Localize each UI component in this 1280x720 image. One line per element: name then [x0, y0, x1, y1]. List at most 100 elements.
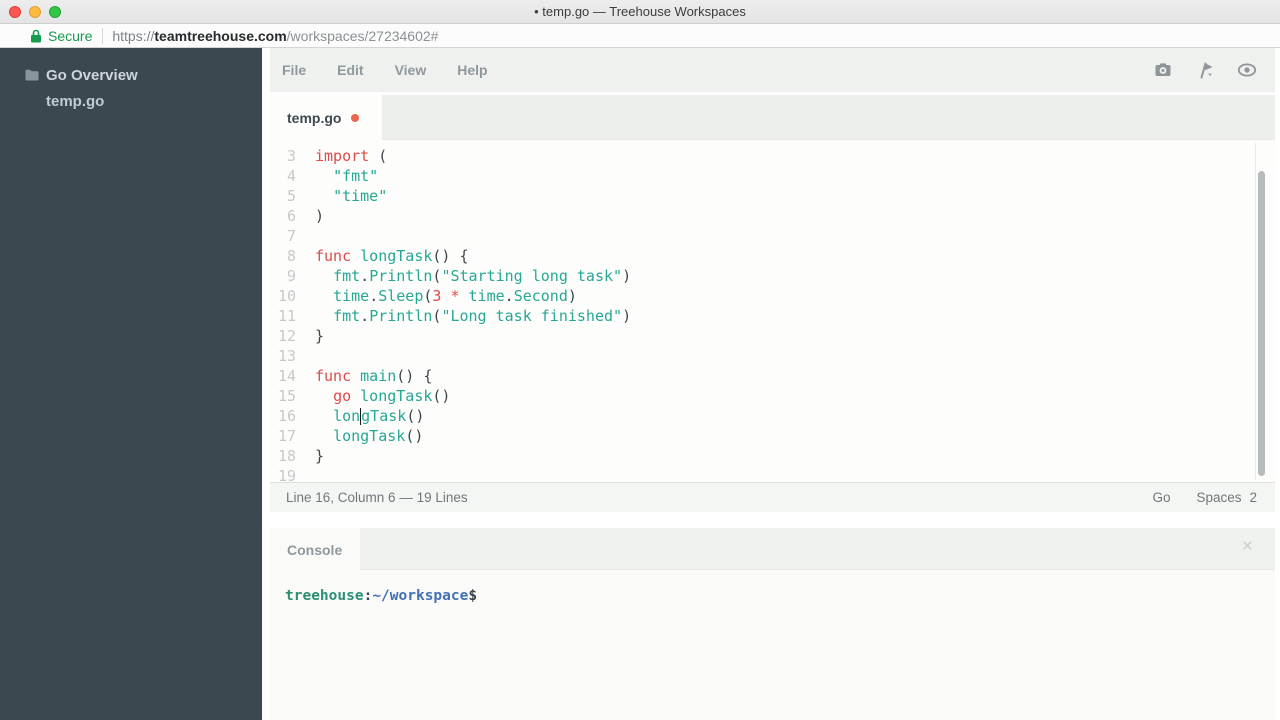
code-text: }	[300, 446, 324, 466]
file-tree-sidebar: Go Overview temp.go	[0, 48, 262, 720]
code-text: fmt.Println("Starting long task")	[300, 266, 631, 286]
console-header: Console ×	[270, 528, 1275, 570]
code-text: func longTask() {	[300, 246, 469, 266]
code-text	[300, 346, 315, 366]
code-text: }	[300, 326, 324, 346]
editor-scrollbar[interactable]	[1255, 143, 1266, 480]
browser-titlebar: • temp.go — Treehouse Workspaces	[0, 0, 1280, 24]
line-number: 13	[270, 346, 300, 366]
line-number: 5	[270, 186, 300, 206]
code-text: longTask()	[300, 426, 423, 446]
camera-icon[interactable]	[1153, 60, 1173, 80]
url-domain: teamtreehouse.com	[154, 28, 286, 44]
menu-item-edit[interactable]: Edit	[337, 62, 363, 78]
code-line-18[interactable]: 18}	[270, 446, 1275, 466]
console-tab-label: Console	[287, 542, 342, 558]
code-editor[interactable]: 3import (4 "fmt"5 "time"6)78func longTas…	[270, 140, 1275, 482]
unsaved-dot-icon	[351, 114, 359, 122]
url-path: /workspaces/27234602#	[287, 28, 439, 44]
line-number: 19	[270, 466, 300, 482]
lock-icon	[30, 29, 42, 43]
line-number: 10	[270, 286, 300, 306]
code-text: )	[300, 206, 324, 226]
secure-label: Secure	[48, 28, 92, 44]
code-text: go longTask()	[300, 386, 450, 406]
cursor-position-label: Line 16, Column 6 — 19 Lines	[286, 490, 468, 505]
tab-console[interactable]: Console	[270, 528, 360, 571]
code-line-11[interactable]: 11 fmt.Println("Long task finished")	[270, 306, 1275, 326]
menu-item-help[interactable]: Help	[457, 62, 487, 78]
line-number: 6	[270, 206, 300, 226]
code-line-9[interactable]: 9 fmt.Println("Starting long task")	[270, 266, 1275, 286]
line-number: 8	[270, 246, 300, 266]
code-lines: 3import (4 "fmt"5 "time"6)78func longTas…	[270, 146, 1275, 482]
tab-temp-go[interactable]: temp.go	[270, 95, 382, 141]
tree-item-label: Go Overview	[46, 67, 138, 84]
main-area: File Edit View Help	[262, 48, 1280, 720]
editor-panel: temp.go 3import (4 "fmt"5 "time"6)78func…	[270, 95, 1275, 512]
console-terminal[interactable]: treehouse:~/workspace$	[270, 571, 1275, 720]
terminal-prompt: treehouse:~/workspace$	[285, 588, 477, 604]
console-panel: Console × treehouse:~/workspace$	[270, 528, 1275, 720]
code-line-8[interactable]: 8func longTask() {	[270, 246, 1275, 266]
fork-icon[interactable]	[1195, 60, 1215, 80]
code-text	[300, 226, 315, 246]
line-number: 9	[270, 266, 300, 286]
workspace-page: Go Overview temp.go File Edit View Help	[0, 48, 1280, 720]
code-line-14[interactable]: 14func main() {	[270, 366, 1275, 386]
urlbar-divider	[102, 28, 103, 44]
code-text: "time"	[300, 186, 387, 206]
code-text: longTask()	[300, 406, 424, 426]
indent-value: 2	[1249, 490, 1257, 505]
file-tree: Go Overview temp.go	[0, 62, 262, 114]
code-line-5[interactable]: 5 "time"	[270, 186, 1275, 206]
line-number: 16	[270, 406, 300, 426]
code-line-6[interactable]: 6)	[270, 206, 1275, 226]
editor-statusbar: Line 16, Column 6 — 19 Lines Go Spaces 2	[270, 482, 1275, 512]
menu-item-file[interactable]: File	[282, 62, 306, 78]
code-text	[300, 466, 315, 482]
folder-icon	[24, 67, 40, 83]
close-icon[interactable]: ×	[1242, 536, 1253, 558]
security-chip[interactable]: Secure	[0, 28, 102, 44]
indent-label: Spaces	[1196, 490, 1241, 505]
url-scheme: https://	[112, 28, 154, 44]
browser-urlbar[interactable]: Secure https://teamtreehouse.com/workspa…	[0, 24, 1280, 48]
code-line-3[interactable]: 3import (	[270, 146, 1275, 166]
line-number: 7	[270, 226, 300, 246]
menubar-items: File Edit View Help	[282, 62, 519, 78]
editor-tabstrip: temp.go	[270, 95, 1275, 140]
menu-item-view[interactable]: View	[395, 62, 427, 78]
code-line-10[interactable]: 10 time.Sleep(3 * time.Second)	[270, 286, 1275, 306]
code-line-17[interactable]: 17 longTask()	[270, 426, 1275, 446]
code-line-16[interactable]: 16 longTask()	[270, 406, 1275, 426]
line-number: 14	[270, 366, 300, 386]
code-text: fmt.Println("Long task finished")	[300, 306, 631, 326]
sidebar-item-temp-go[interactable]: temp.go	[0, 88, 262, 114]
code-text: func main() {	[300, 366, 432, 386]
code-line-7[interactable]: 7	[270, 226, 1275, 246]
window-title: • temp.go — Treehouse Workspaces	[0, 4, 1280, 19]
line-number: 15	[270, 386, 300, 406]
menubar-icons	[1153, 60, 1275, 80]
code-line-4[interactable]: 4 "fmt"	[270, 166, 1275, 186]
line-number: 12	[270, 326, 300, 346]
eye-icon[interactable]	[1237, 60, 1257, 80]
code-text: time.Sleep(3 * time.Second)	[300, 286, 577, 306]
line-number: 11	[270, 306, 300, 326]
code-text: import (	[300, 146, 387, 166]
indent-setting: Spaces 2	[1196, 490, 1257, 505]
tree-item-label: temp.go	[46, 93, 104, 110]
line-number: 3	[270, 146, 300, 166]
scrollbar-thumb[interactable]	[1258, 171, 1265, 476]
code-text: "fmt"	[300, 166, 378, 186]
code-line-19[interactable]: 19	[270, 466, 1275, 482]
code-line-13[interactable]: 13	[270, 346, 1275, 366]
sidebar-item-go-overview[interactable]: Go Overview	[0, 62, 262, 88]
line-number: 4	[270, 166, 300, 186]
code-line-15[interactable]: 15 go longTask()	[270, 386, 1275, 406]
code-line-12[interactable]: 12}	[270, 326, 1275, 346]
tab-label: temp.go	[287, 110, 341, 126]
line-number: 17	[270, 426, 300, 446]
language-mode-label: Go	[1152, 490, 1170, 505]
